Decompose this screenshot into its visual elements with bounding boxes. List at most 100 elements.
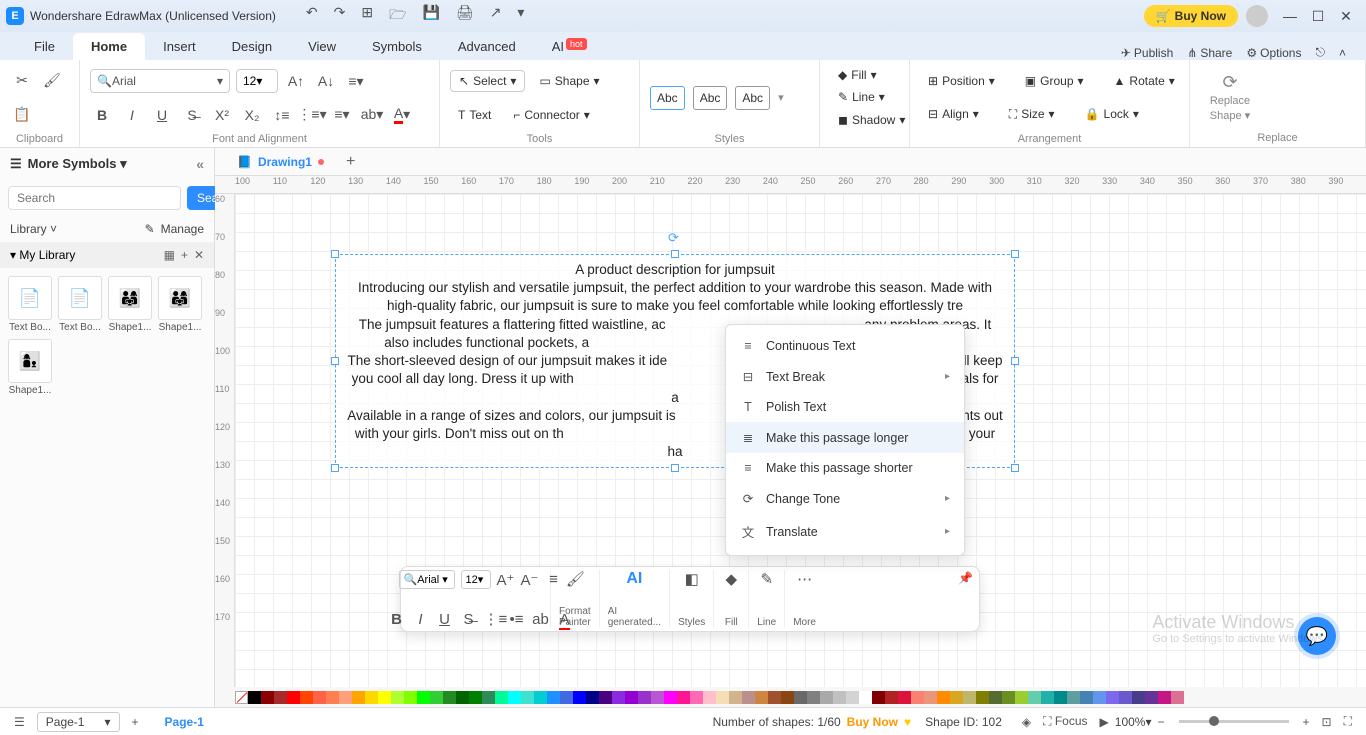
tab-file[interactable]: File	[16, 33, 73, 60]
lib-close-icon[interactable]: ✕	[194, 248, 204, 262]
page-tab[interactable]: Page-1	[165, 715, 204, 729]
fill-dropdown[interactable]: ◆ Fill ▾	[830, 65, 899, 85]
thumb-item[interactable]: 👩‍👦Shape1...	[8, 339, 52, 396]
ft-font-select[interactable]: 🔍Arial ▾	[399, 570, 455, 589]
user-avatar[interactable]	[1246, 5, 1268, 27]
redo-icon[interactable]: ↷	[334, 4, 346, 28]
rotate-handle-icon[interactable]: ⟳	[668, 229, 679, 247]
color-swatch[interactable]	[781, 691, 794, 704]
save-icon[interactable]: 💾	[422, 4, 439, 28]
layers-icon[interactable]: ◈	[1016, 713, 1037, 731]
fullscreen-icon[interactable]: ⛶	[1338, 712, 1358, 731]
decrease-font-icon[interactable]: A↓	[314, 70, 338, 92]
add-page-button[interactable]: +	[126, 713, 145, 731]
print-icon[interactable]: 🖨	[456, 4, 474, 28]
color-swatch[interactable]	[755, 691, 768, 704]
zoom-out-button[interactable]: −	[1152, 713, 1171, 731]
ft-format-painter[interactable]: 🖌Format Painter	[551, 570, 600, 628]
presentation-icon[interactable]: ▶	[1094, 713, 1115, 731]
tab-view[interactable]: View	[290, 33, 354, 60]
collapse-panel-icon[interactable]: «	[196, 156, 204, 172]
fit-page-icon[interactable]: ⊡	[1316, 713, 1338, 731]
color-swatch[interactable]	[482, 691, 495, 704]
color-swatch[interactable]	[703, 691, 716, 704]
color-swatch[interactable]	[404, 691, 417, 704]
shape-tool[interactable]: ▭ Shape ▾	[531, 71, 607, 91]
options-button[interactable]: ⚙ Options	[1246, 46, 1301, 60]
color-swatch[interactable]	[495, 691, 508, 704]
color-swatch[interactable]	[612, 691, 625, 704]
position-dropdown[interactable]: ⊞ Position ▾	[920, 71, 1003, 91]
notification-icon[interactable]: ⎋	[1315, 45, 1325, 60]
color-swatch[interactable]	[560, 691, 573, 704]
font-size-select[interactable]: 12 ▾	[236, 69, 278, 93]
ft-more[interactable]: ⋯More	[785, 570, 824, 628]
font-color-icon[interactable]: A▾	[390, 104, 414, 126]
color-swatch[interactable]	[261, 691, 274, 704]
resize-handle[interactable]	[671, 464, 679, 472]
ft-highlight-icon[interactable]: ab	[532, 611, 550, 628]
color-swatch[interactable]	[365, 691, 378, 704]
color-swatch[interactable]	[950, 691, 963, 704]
add-document-button[interactable]: +	[346, 153, 355, 171]
size-dropdown[interactable]: ⛶ Size ▾	[1001, 104, 1063, 125]
color-swatch[interactable]	[599, 691, 612, 704]
rotate-dropdown[interactable]: ▲ Rotate ▾	[1106, 71, 1183, 91]
color-swatch[interactable]	[1028, 691, 1041, 704]
qat-dropdown-icon[interactable]: ▾	[517, 4, 524, 28]
strikethrough-icon[interactable]: S̶	[180, 104, 204, 126]
color-swatch[interactable]	[638, 691, 651, 704]
new-icon[interactable]: ⊞	[361, 4, 373, 28]
color-swatch[interactable]	[352, 691, 365, 704]
ft-bold-icon[interactable]: B	[388, 611, 406, 628]
replace-shape-button[interactable]: ⟳ Replace Shape ▾	[1200, 64, 1260, 130]
more-symbols-title[interactable]: More Symbols ▾	[28, 156, 127, 172]
shadow-dropdown[interactable]: ◼ Shadow ▾	[830, 110, 899, 130]
resize-handle[interactable]	[331, 464, 339, 472]
highlight-icon[interactable]: ab▾	[360, 104, 384, 126]
buy-now-link[interactable]: Buy Now	[847, 715, 898, 729]
color-swatch[interactable]	[547, 691, 560, 704]
zoom-slider[interactable]	[1179, 720, 1289, 723]
my-library-toggle[interactable]: ▾ My Library	[10, 248, 75, 262]
color-swatch[interactable]	[898, 691, 911, 704]
resize-handle[interactable]	[1011, 250, 1019, 258]
thumb-item[interactable]: 👨‍👩‍👧Shape1...	[108, 276, 152, 333]
maximize-button[interactable]: ☐	[1304, 8, 1332, 25]
color-swatch[interactable]	[846, 691, 859, 704]
bullet-list-icon[interactable]: ⋮≡▾	[300, 104, 324, 126]
color-swatch[interactable]	[1106, 691, 1119, 704]
numbered-list-icon[interactable]: ≡▾	[330, 104, 354, 126]
tab-design[interactable]: Design	[214, 33, 290, 60]
hamburger-icon[interactable]: ☰	[10, 156, 22, 172]
increase-font-icon[interactable]: A↑	[284, 70, 308, 92]
color-swatch[interactable]	[378, 691, 391, 704]
export-icon[interactable]: ↗	[490, 4, 502, 28]
italic-icon[interactable]: I	[120, 104, 144, 126]
ctx-make-shorter[interactable]: ≡Make this passage shorter	[726, 453, 964, 483]
ft-strike-icon[interactable]: S̶	[460, 611, 478, 628]
color-swatch[interactable]	[989, 691, 1002, 704]
color-swatch[interactable]	[651, 691, 664, 704]
color-swatch[interactable]	[1145, 691, 1158, 704]
style-gallery-more[interactable]: ▾	[778, 91, 784, 104]
ft-increase-font-icon[interactable]: A⁺	[497, 571, 515, 589]
tab-insert[interactable]: Insert	[145, 33, 214, 60]
ft-line[interactable]: ✎Line	[749, 570, 785, 628]
color-swatch[interactable]	[690, 691, 703, 704]
tab-home[interactable]: Home	[73, 33, 145, 60]
color-swatch[interactable]	[534, 691, 547, 704]
color-swatch[interactable]	[1041, 691, 1054, 704]
color-swatch[interactable]	[521, 691, 534, 704]
thumb-item[interactable]: 📄Text Bo...	[58, 276, 102, 333]
cut-icon[interactable]: ✂	[10, 70, 34, 92]
underline-icon[interactable]: U	[150, 104, 174, 126]
color-swatch[interactable]	[1067, 691, 1080, 704]
color-swatch[interactable]	[742, 691, 755, 704]
ctx-polish-text[interactable]: TPolish Text	[726, 392, 964, 422]
ft-underline-icon[interactable]: U	[436, 611, 454, 628]
undo-icon[interactable]: ↶	[306, 4, 318, 28]
bold-icon[interactable]: B	[90, 104, 114, 126]
open-icon[interactable]: 🗁	[389, 4, 406, 28]
color-swatch[interactable]	[326, 691, 339, 704]
